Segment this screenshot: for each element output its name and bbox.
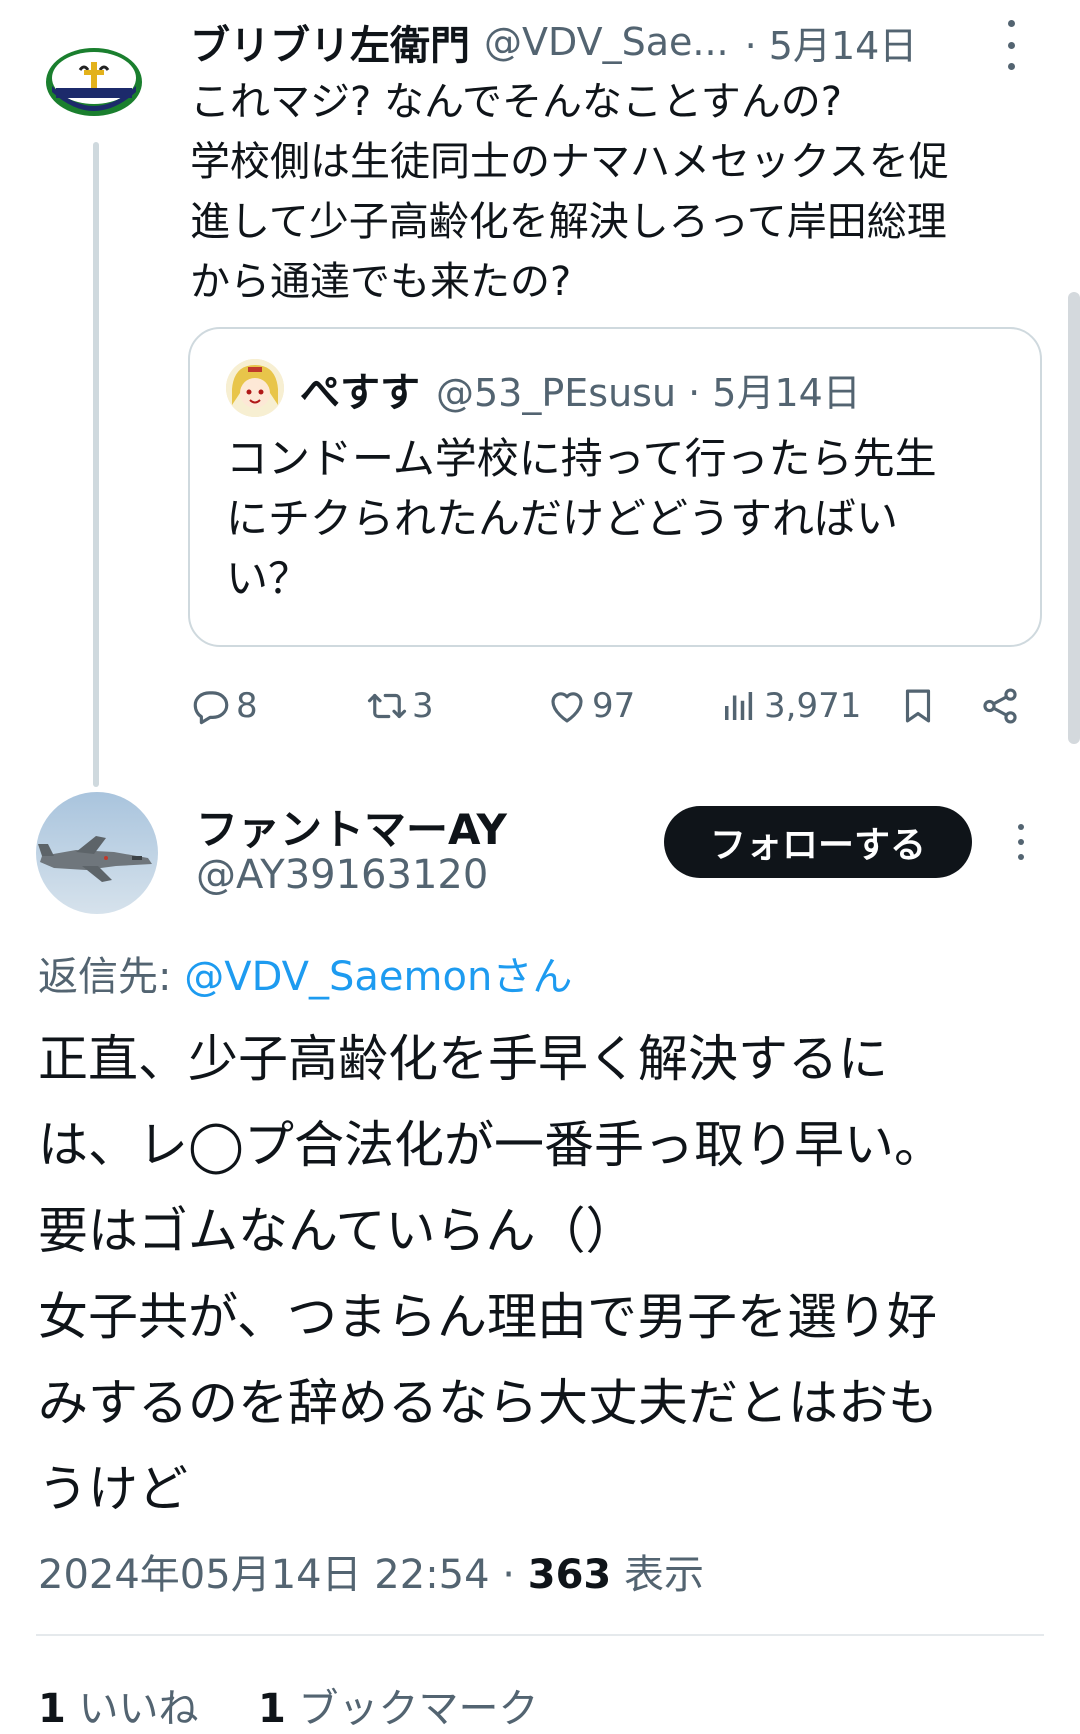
parent-text-line: 進して少子高齢化を解決しろって岸田総理 [190, 199, 947, 245]
bookmark-icon [905, 689, 931, 723]
quoted-author-name: ぺすす [300, 370, 420, 416]
parent-text-line: これマジ? なんでそんなことすんの? [190, 79, 842, 125]
main-text-line: 要はゴムなんていらん（） [38, 1202, 636, 1260]
main-text-line: 女子共が、つまらん理由で男子を選り好 [38, 1288, 937, 1346]
parent-text-line: 学校側は生徒同士のナマハメセックスを促 [190, 139, 949, 185]
parent-avatar[interactable] [42, 30, 146, 134]
views-icon [725, 692, 753, 720]
share-icon [983, 688, 1017, 724]
main-text-line: うけど [38, 1460, 188, 1518]
share-button[interactable] [976, 678, 1024, 734]
like-icon [551, 692, 583, 723]
follow-button[interactable]: フォローする [664, 806, 972, 878]
likes-label: いいね [65, 1686, 199, 1732]
parent-author-handle[interactable]: @VDV_Sae... [484, 20, 729, 64]
quoted-text-line: コンドーム学校に持って行ったら先生 [226, 434, 937, 483]
views-count: 3,971 [764, 686, 862, 726]
main-text-line: は、レ◯プ合法化が一番手っ取り早い。 [38, 1116, 944, 1174]
reply-button[interactable]: 8 [190, 678, 258, 734]
bookmarks-label: ブックマーク [285, 1686, 539, 1732]
reply-count: 8 [236, 686, 258, 726]
parent-date[interactable]: · 5月14日 [745, 15, 918, 70]
parent-tweet-text: これマジ? なんでそんなことすんの? 学校側は生徒同士のナマハメセックスを促 進… [190, 72, 1050, 312]
parent-text-line: から通達でも来たの? [190, 259, 572, 305]
reply-to-label: 返信先: [38, 954, 185, 1000]
quoted-tweet-text: コンドーム学校に持って行ったら先生 にチクられたんだけどどうすればい い？ [226, 429, 1016, 609]
like-count: 97 [592, 686, 636, 726]
main-tweet-text: 正直、少子高齢化を手早く解決するに は、レ◯プ合法化が一番手っ取り早い。 要はゴ… [38, 1016, 1038, 1532]
parent-header: ブリブリ左衛門 @VDV_Sae... · 5月14日 [190, 14, 917, 70]
quoted-text-line: にチクられたんだけどどうすればい [226, 494, 899, 543]
reply-to-line: 返信先: @VDV_Saemonさん [38, 944, 572, 1002]
parent-more-icon[interactable] [1004, 20, 1018, 70]
retweet-icon [367, 693, 407, 719]
parent-author-name[interactable]: ブリブリ左衛門 [190, 13, 470, 71]
retweet-count: 3 [412, 686, 434, 726]
thread-connector [93, 142, 99, 787]
main-avatar[interactable] [36, 792, 158, 914]
reply-to-handle[interactable]: @VDV_Saemonさん [184, 954, 572, 1000]
scrollbar[interactable] [1068, 292, 1080, 744]
tweet-meta: 2024年05月14日 22:54 · 363 表示 [38, 1542, 704, 1600]
tweet-timestamp[interactable]: 2024年05月14日 22:54 · [38, 1552, 528, 1598]
bookmarks-stat[interactable]: 1 ブックマーク [258, 1686, 539, 1732]
like-button[interactable]: 97 [546, 678, 635, 734]
reply-icon [193, 691, 229, 725]
engagement-stats: 1 いいね 1 ブックマーク [38, 1676, 539, 1734]
likes-count: 1 [38, 1686, 66, 1732]
quoted-text-line: い？ [226, 554, 311, 603]
bookmark-button[interactable] [894, 678, 942, 734]
view-count: 363 [527, 1552, 612, 1598]
quoted-author-handle: @53_PEsusu · 5月14日 [436, 370, 861, 415]
main-author-name[interactable]: ファントマーAY [196, 796, 507, 857]
likes-stat[interactable]: 1 いいね [38, 1686, 199, 1732]
quoted-tweet-card[interactable]: ぺすす @53_PEsusu · 5月14日 コンドーム学校に持って行ったら先生… [188, 327, 1042, 647]
views-button[interactable]: 3,971 [718, 678, 861, 734]
main-author-handle[interactable]: @AY39163120 [196, 852, 488, 898]
main-more-icon[interactable] [1015, 824, 1027, 860]
divider [36, 1634, 1044, 1636]
quoted-header: ぺすす @53_PEsusu · 5月14日 [300, 359, 861, 419]
main-text-line: みするのを辞めるなら大丈夫だとはおも [38, 1374, 938, 1432]
main-text-line: 正直、少子高齢化を手早く解決するに [38, 1030, 888, 1088]
quoted-avatar [226, 359, 284, 417]
retweet-button[interactable]: 3 [366, 678, 434, 734]
view-label: 表示 [611, 1552, 704, 1598]
bookmarks-count: 1 [258, 1686, 286, 1732]
